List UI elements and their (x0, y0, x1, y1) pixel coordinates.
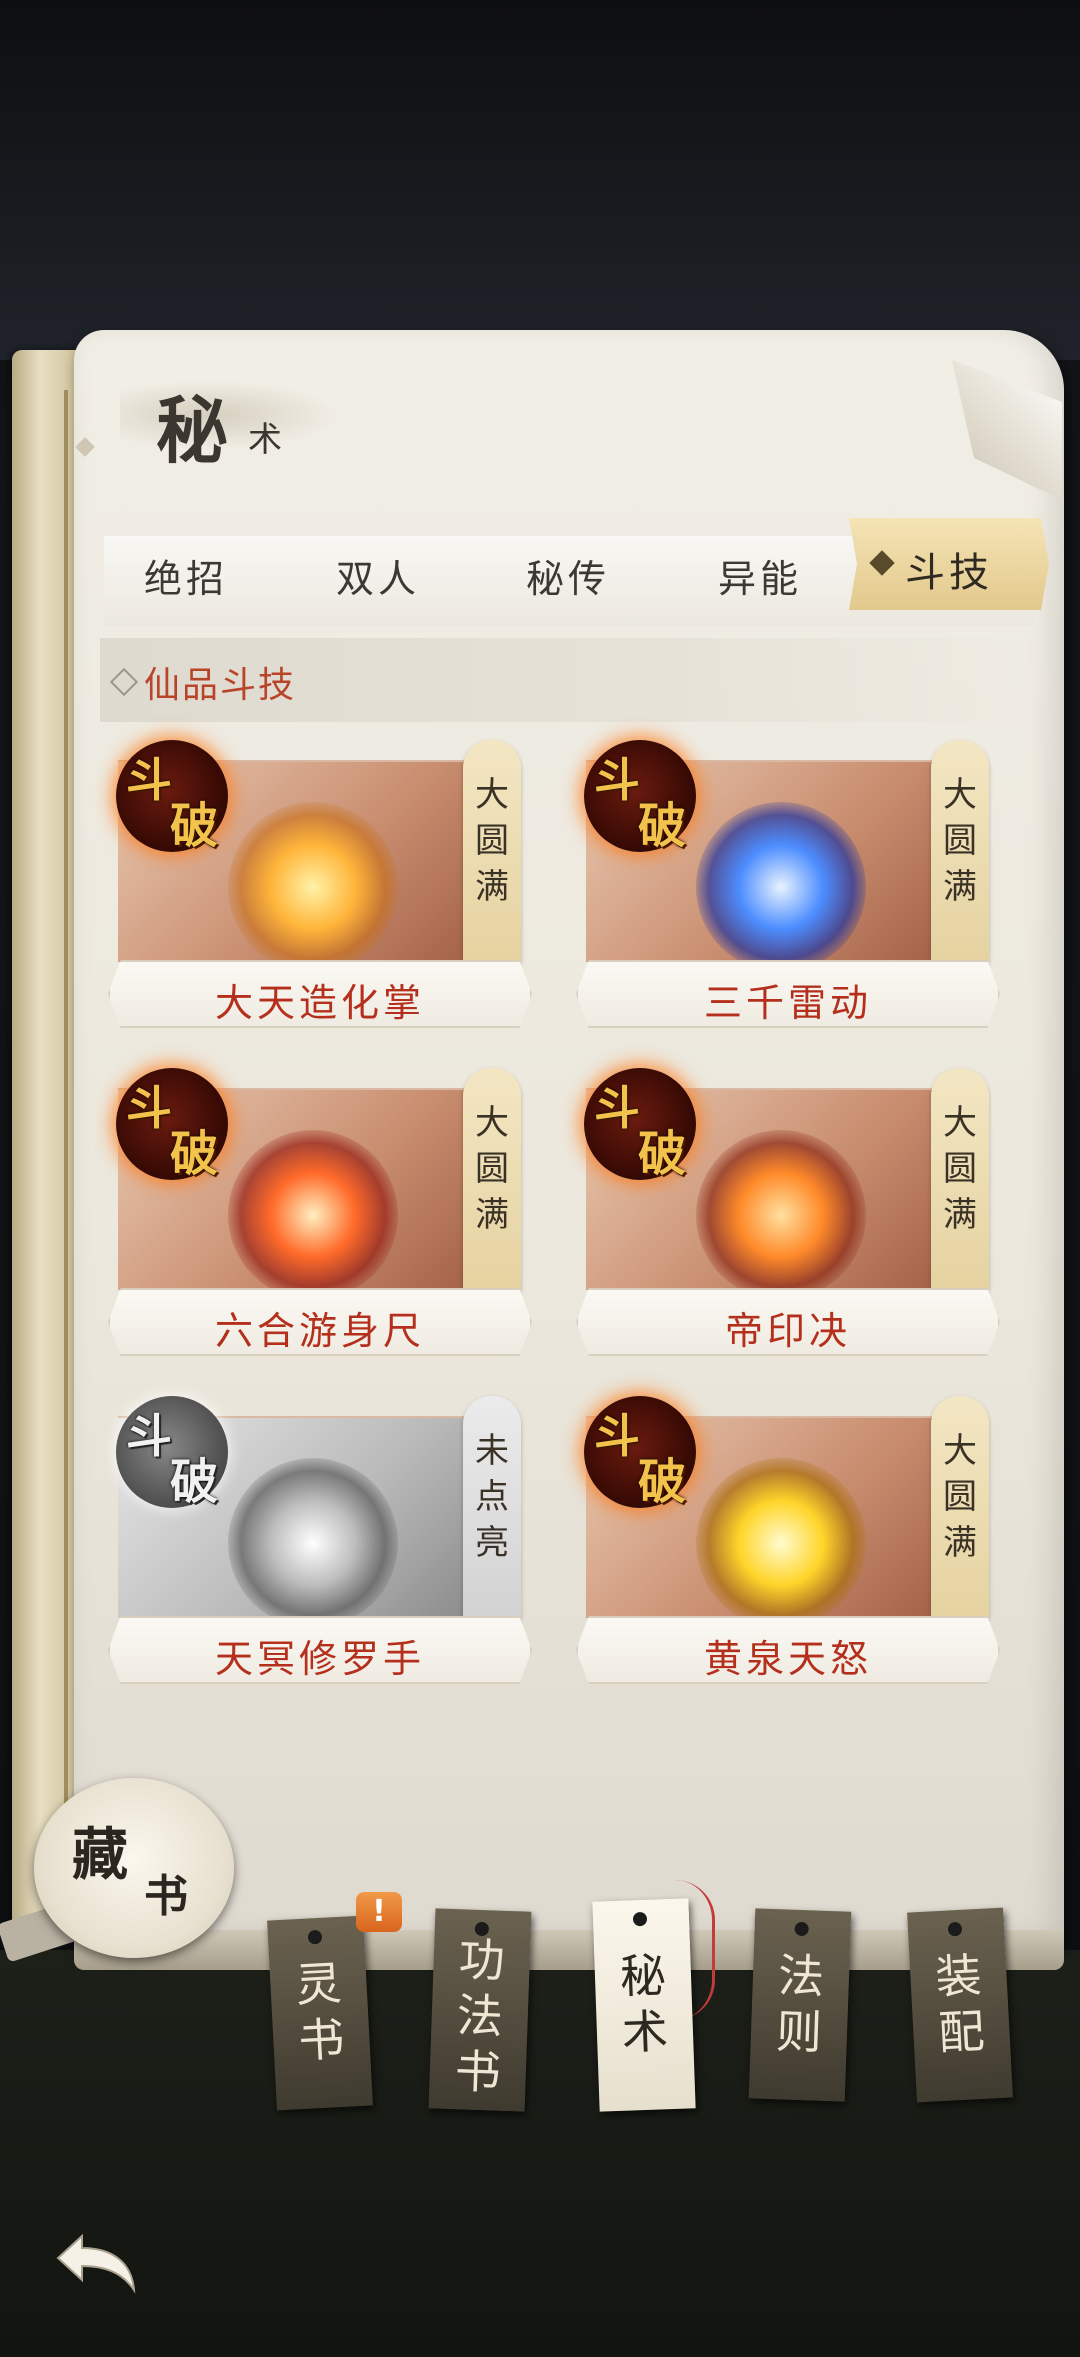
tag-hole (307, 1929, 323, 1945)
skill-glow (228, 1458, 398, 1618)
page-title-main: 秘 (156, 388, 229, 473)
badge-char-2: 破 (170, 1126, 219, 1182)
diamond-icon (109, 667, 139, 697)
badge-char-2: 破 (170, 798, 219, 854)
skill-name: 大天造化掌 (214, 981, 425, 1025)
badge-char-2: 破 (638, 1454, 687, 1510)
nav-law-label: 法则 (775, 1948, 825, 2060)
nav-secret-art-label: 秘术 (619, 1948, 669, 2060)
tag-hole (947, 1921, 963, 1937)
nav-equip-label: 装配 (934, 1947, 986, 2061)
collection-label-1: 藏 (72, 1822, 128, 1888)
skill-name-bar: 帝印决 (576, 1288, 1000, 1356)
tab-combat-label: 斗技 (905, 550, 993, 596)
badge-char-1: 斗 (126, 753, 172, 807)
badge-char-1: 斗 (126, 1081, 172, 1135)
nav-technique-book[interactable]: 功法书 (428, 1908, 532, 2112)
skill-name: 六合游身尺 (214, 1309, 425, 1353)
skill-name-bar: 六合游身尺 (108, 1288, 532, 1356)
tab-ability[interactable]: 异能 (718, 548, 802, 603)
nav-spirit-book[interactable]: 灵书 (267, 1915, 373, 2111)
status-tag: 大圆满 (931, 1068, 989, 1293)
tab-combat[interactable]: 斗技 (849, 518, 1049, 610)
badge-char-1: 斗 (594, 753, 640, 807)
background-top (0, 0, 1080, 360)
status-text: 大圆满 (943, 775, 977, 907)
skill-card-locked[interactable]: 斗 破 未点亮 天冥修罗手 (108, 1396, 538, 1716)
skill-name: 帝印决 (724, 1309, 851, 1353)
spine-line (64, 390, 68, 1930)
tab-duo[interactable]: 双人 (336, 548, 420, 603)
tag-hole (794, 1921, 809, 1937)
status-text: 大圆满 (943, 1103, 977, 1235)
badge-char-2: 破 (638, 1126, 687, 1182)
status-text: 未点亮 (475, 1431, 509, 1563)
page-title-sub: 术 (248, 420, 282, 460)
nav-technique-book-label: 功法书 (453, 1932, 506, 2100)
badge-char-1: 斗 (126, 1409, 172, 1463)
nav-law[interactable]: 法则 (748, 1908, 852, 2102)
skill-name: 天冥修罗手 (214, 1637, 425, 1681)
skill-glow (696, 1130, 866, 1290)
skill-name-bar: 天冥修罗手 (108, 1616, 532, 1684)
skill-name-bar: 黄泉天怒 (576, 1616, 1000, 1684)
status-tag: 大圆满 (463, 740, 521, 965)
skill-glow (228, 1130, 398, 1290)
badge-char-2: 破 (170, 1454, 219, 1510)
alert-badge: ! (356, 1892, 402, 1932)
skill-name-bar: 大天造化掌 (108, 960, 532, 1028)
back-arrow-icon[interactable] (52, 2224, 144, 2304)
status-tag: 大圆满 (463, 1068, 521, 1293)
skill-glow (696, 1458, 866, 1618)
badge-char-1: 斗 (594, 1409, 640, 1463)
skill-glow (696, 802, 866, 962)
skill-card[interactable]: 斗 破 大圆满 帝印决 (576, 1068, 1006, 1388)
status-text: 大圆满 (475, 775, 509, 907)
nav-equip[interactable]: 装配 (907, 1907, 1013, 2103)
badge-char-2: 破 (638, 798, 687, 854)
status-text: 大圆满 (943, 1431, 977, 1563)
status-tag: 大圆满 (931, 740, 989, 965)
section-header: 仙品斗技 (100, 638, 1040, 722)
skill-card[interactable]: 斗 破 大圆满 六合游身尺 (108, 1068, 538, 1388)
collection-label-2: 书 (144, 1871, 188, 1922)
status-tag: 大圆满 (931, 1396, 989, 1621)
skill-card[interactable]: 斗 破 大圆满 黄泉天怒 (576, 1396, 1006, 1716)
skill-name: 黄泉天怒 (703, 1637, 872, 1681)
tab-secret[interactable]: 秘传 (526, 548, 610, 603)
tab-ultimate[interactable]: 绝招 (144, 548, 228, 603)
nav-spirit-book-label: 灵书 (294, 1955, 346, 2069)
section-title: 仙品斗技 (144, 665, 297, 706)
page-title: 秘 术 (120, 360, 360, 473)
skill-name-bar: 三千雷动 (576, 960, 1000, 1028)
tag-hole (632, 1911, 648, 1927)
cloud-ornament (120, 380, 340, 450)
category-tabs: 绝招 双人 秘传 异能 斗技 (104, 518, 1049, 626)
skill-card[interactable]: 斗 破 大圆满 三千雷动 (576, 740, 1006, 1060)
status-tag: 未点亮 (463, 1396, 521, 1621)
skill-name: 三千雷动 (703, 981, 872, 1025)
book-spine (12, 350, 82, 1940)
status-text: 大圆满 (475, 1103, 509, 1235)
diamond-icon (869, 550, 895, 576)
skill-card[interactable]: 斗 破 大圆满 大天造化掌 (108, 740, 538, 1060)
nav-secret-art[interactable]: 秘术 (592, 1898, 696, 2112)
skill-glow (228, 802, 398, 962)
badge-char-1: 斗 (594, 1081, 640, 1135)
collection-button[interactable]: 藏 书 (34, 1778, 234, 1958)
